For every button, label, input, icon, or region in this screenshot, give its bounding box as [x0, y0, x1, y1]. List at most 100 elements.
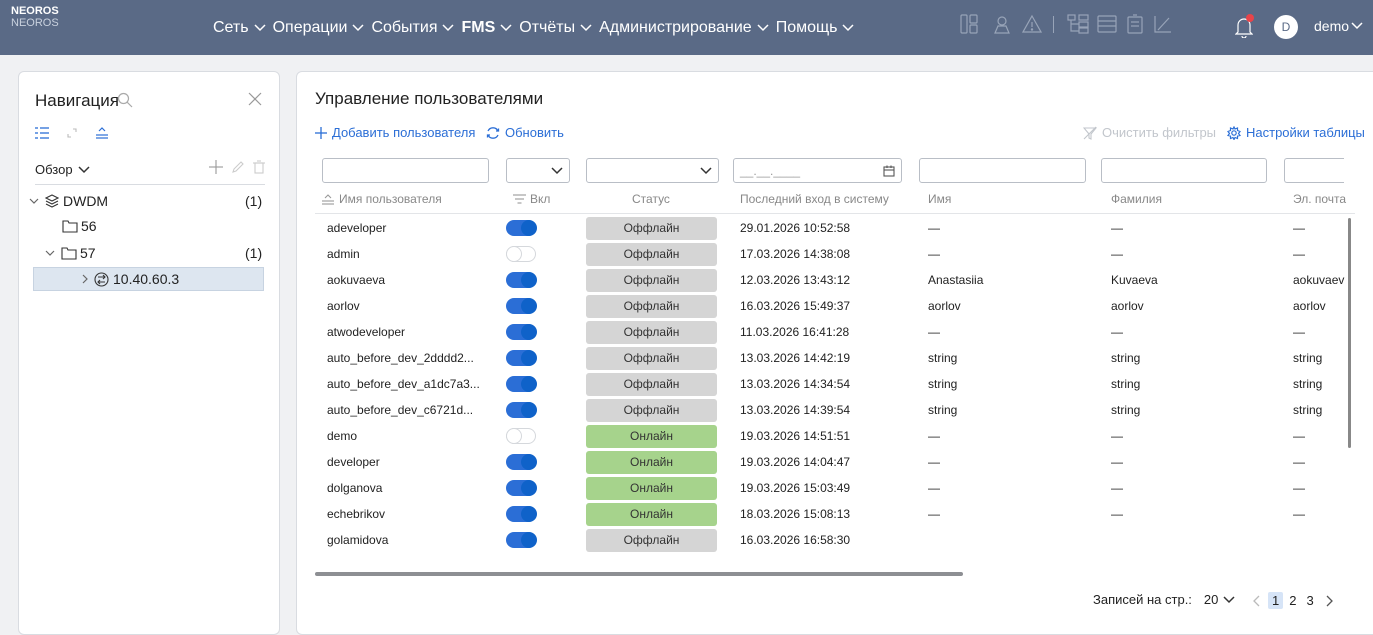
date-filter-input[interactable]: __.__.____ [733, 158, 902, 183]
last-login-cell: 11.03.2026 16:41:28 [740, 325, 850, 339]
column-header-last-login[interactable]: Последний вход в систему [740, 192, 889, 206]
page-number[interactable]: 3 [1302, 592, 1317, 609]
username-filter-input[interactable] [322, 158, 489, 183]
collapse-icon[interactable] [65, 126, 79, 140]
enabled-toggle[interactable] [506, 428, 536, 444]
menu-item-1[interactable]: Операции [273, 19, 365, 37]
menu-item-5[interactable]: Администрирование [599, 19, 769, 37]
horizontal-scrollbar-thumb[interactable] [315, 572, 963, 576]
tree-node-10-40-60-3[interactable]: 10.40.60.3 [33, 267, 264, 291]
notifications-button[interactable] [1235, 14, 1254, 38]
add-icon[interactable] [209, 160, 223, 174]
menu-item-2[interactable]: События [371, 19, 455, 37]
menu-item-6[interactable]: Помощь [776, 19, 855, 37]
trash-icon[interactable] [253, 160, 265, 174]
user-name: demo [1314, 18, 1350, 34]
status-badge: Оффлайн [586, 268, 717, 292]
page-size-selector[interactable]: Записей на стр.: 20 [1093, 592, 1235, 607]
user-menu[interactable]: demo [1314, 18, 1363, 34]
chevron-left-icon[interactable] [1253, 595, 1261, 607]
enabled-toggle[interactable] [506, 220, 537, 236]
edit-icon[interactable] [231, 160, 245, 174]
table-row[interactable]: admin Оффлайн 17.03.2026 14:38:08 — — — [315, 241, 1355, 267]
expand-all-icon[interactable] [95, 126, 109, 140]
enabled-toggle[interactable] [506, 324, 537, 340]
status-filter-select[interactable] [586, 158, 719, 183]
tree-node-dwdm[interactable]: DWDM (1) [29, 189, 269, 213]
email-filter-input[interactable] [1284, 158, 1344, 183]
table-row[interactable]: golamidova Оффлайн 16.03.2026 16:58:30 [315, 527, 1355, 553]
table-row[interactable]: aorlov Оффлайн 16.03.2026 15:49:37 aorlov ao… [315, 293, 1355, 319]
username-cell: auto_before_dev_a1dc7a3... [327, 377, 480, 391]
enabled-toggle[interactable] [506, 298, 537, 314]
enabled-toggle[interactable] [506, 532, 537, 548]
table-row[interactable]: developer Онлайн 19.03.2026 14:04:47 — — — [315, 449, 1355, 475]
last-name-cell: string [1111, 351, 1141, 365]
enabled-toggle[interactable] [506, 480, 537, 496]
enabled-toggle[interactable] [506, 454, 537, 470]
tree-icon[interactable] [1067, 14, 1089, 34]
table-row[interactable]: echebrikov Онлайн 18.03.2026 15:08:13 — — — [315, 501, 1355, 527]
enabled-toggle[interactable] [506, 402, 537, 418]
first-name-cell: — [928, 507, 940, 521]
last-name-filter-input[interactable] [1101, 158, 1267, 183]
list-view-icon[interactable] [35, 126, 49, 140]
table-row[interactable]: atwodeveloper Оффлайн 11.03.2026 16:41:28 —… [315, 319, 1355, 345]
menu-item-4[interactable]: Отчёты [519, 19, 592, 37]
brand-logo[interactable]: NEOROS NEOROS [11, 5, 59, 29]
menu-item-3[interactable]: FMS [461, 19, 512, 37]
table-row[interactable]: aokuvaeva Оффлайн 12.03.2026 13:43:12 Anast… [315, 267, 1355, 293]
vertical-scrollbar[interactable] [1348, 218, 1351, 448]
enabled-toggle[interactable] [506, 376, 537, 392]
column-header-email[interactable]: Эл. почта [1293, 192, 1346, 206]
enabled-toggle[interactable] [506, 350, 537, 366]
toggle-knob [521, 480, 537, 496]
tree-node-56[interactable]: 56 [62, 214, 262, 238]
status-badge: Онлайн [586, 450, 717, 474]
first-name-filter-input[interactable] [919, 158, 1086, 183]
column-header-enabled[interactable]: Вкл [513, 192, 550, 206]
list-icon[interactable] [1097, 14, 1117, 34]
add-user-button[interactable]: Добавить пользователя [315, 125, 475, 140]
page-size-value: 20 [1203, 592, 1219, 607]
overview-dropdown[interactable]: Обзор [35, 162, 90, 177]
table-row[interactable]: adeveloper Оффлайн 29.01.2026 10:52:58 — — — [315, 215, 1355, 241]
chart-icon[interactable] [1153, 14, 1173, 34]
enabled-toggle[interactable] [506, 246, 536, 262]
column-header-username[interactable]: Имя пользователя [322, 192, 442, 206]
refresh-icon [486, 126, 500, 139]
table-row[interactable]: auto_before_dev_2dddd2... Оффлайн 13.03.20… [315, 345, 1355, 371]
page-number[interactable]: 2 [1285, 592, 1300, 609]
chevron-down-icon [442, 23, 455, 31]
note-icon[interactable] [1125, 14, 1145, 34]
close-icon[interactable] [248, 92, 262, 106]
enabled-toggle[interactable] [506, 272, 537, 288]
table-settings-label: Настройки таблицы [1246, 125, 1365, 140]
column-header-label: Имя [928, 192, 952, 206]
map-pin-icon[interactable] [992, 14, 1012, 34]
column-header-first-name[interactable]: Имя [928, 192, 951, 206]
enabled-toggle[interactable] [506, 506, 537, 522]
avatar[interactable]: D [1274, 15, 1298, 39]
warning-icon[interactable] [1022, 14, 1042, 34]
clear-filters-button[interactable]: Очистить фильтры [1083, 125, 1216, 140]
layout-icon[interactable] [960, 14, 978, 34]
table-settings-button[interactable]: Настройки таблицы [1227, 125, 1365, 140]
column-header-last-name[interactable]: Фамилия [1111, 192, 1162, 206]
table-row[interactable]: auto_before_dev_c6721d... Оффлайн 13.03.20… [315, 397, 1355, 423]
search-icon[interactable] [117, 92, 133, 108]
horizontal-scrollbar[interactable] [315, 572, 1339, 577]
table-row[interactable]: dolganova Онлайн 19.03.2026 15:03:49 — — — [315, 475, 1355, 501]
refresh-button[interactable]: Обновить [486, 125, 564, 140]
status-badge: Оффлайн [586, 346, 717, 370]
table-row[interactable]: demo Онлайн 19.03.2026 14:51:51 — — — [315, 423, 1355, 449]
tree-node-57[interactable]: 57 (1) [45, 241, 269, 265]
menu-item-0[interactable]: Сеть [213, 19, 266, 37]
chevron-right-icon[interactable] [1325, 595, 1333, 607]
folder-icon [61, 246, 77, 260]
enabled-filter-select[interactable] [506, 158, 570, 183]
last-name-cell: Kuvaeva [1111, 273, 1158, 287]
page-number[interactable]: 1 [1268, 592, 1284, 609]
column-header-status[interactable]: Статус [632, 192, 670, 206]
table-row[interactable]: auto_before_dev_a1dc7a3... Оффлайн 13.03.2… [315, 371, 1355, 397]
